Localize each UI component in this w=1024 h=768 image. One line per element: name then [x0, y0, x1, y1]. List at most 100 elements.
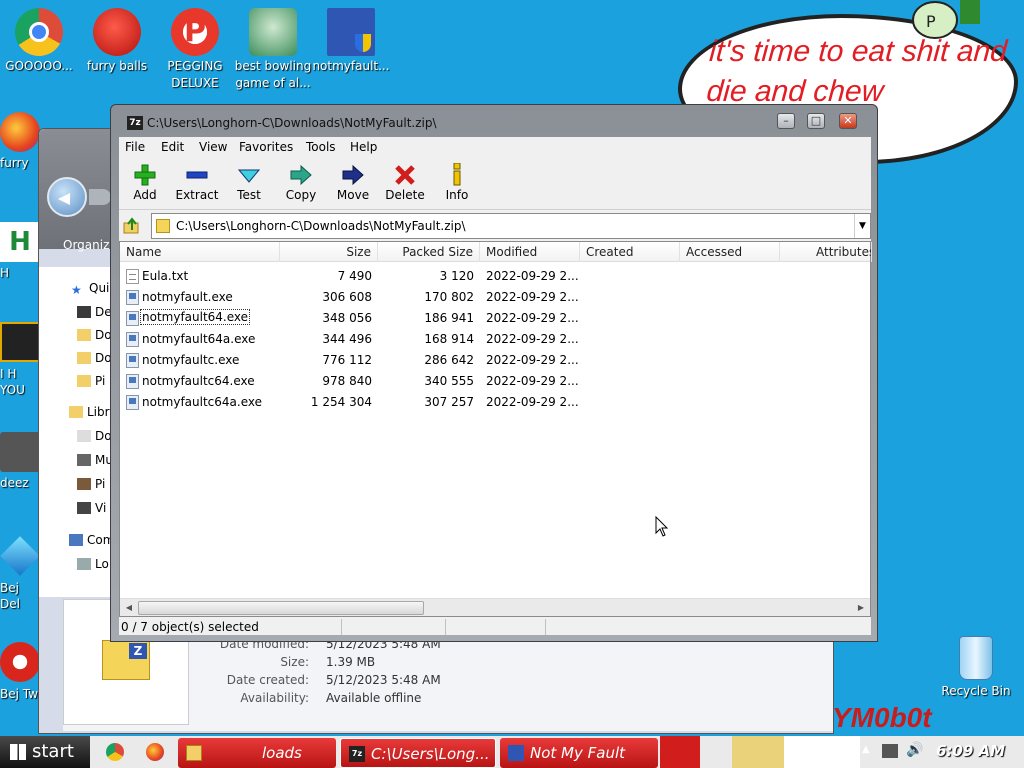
menu-favorites[interactable]: Favorites: [239, 140, 293, 154]
windows-logo-icon: [10, 744, 26, 760]
file-icon: [0, 432, 40, 472]
dark-app-icon: [0, 322, 40, 362]
desktop-icon-notmyfault[interactable]: notmyfault...: [312, 8, 390, 75]
file-modified: 2022-09-29 2...: [486, 269, 579, 283]
extract-button[interactable]: Extract: [171, 162, 223, 202]
desktop-icon-h[interactable]: H H: [0, 222, 40, 280]
close-button[interactable]: ✕: [839, 113, 857, 129]
column-created[interactable]: Created: [580, 242, 680, 262]
exe-file-icon: [126, 353, 139, 368]
wallpaper-text: YM0b0t: [832, 702, 932, 733]
table-row[interactable]: notmyfaultc.exe 776 112 286 642 2022-09-…: [120, 350, 870, 371]
file-packed-size: 186 941: [424, 311, 474, 325]
horizontal-scrollbar[interactable]: ◀ ▶: [120, 598, 870, 616]
file-name: notmyfaultc.exe: [142, 353, 240, 367]
desktop-icon-ihy[interactable]: I H YOU: [0, 322, 40, 398]
column-name[interactable]: Name: [120, 242, 280, 262]
file-size: 348 056: [322, 311, 372, 325]
file-packed-size: 3 120: [439, 269, 474, 283]
delete-button[interactable]: Delete: [379, 162, 431, 202]
scrollbar-thumb[interactable]: [138, 601, 424, 615]
table-row[interactable]: notmyfault.exe 306 608 170 802 2022-09-2…: [120, 287, 870, 308]
title-bar[interactable]: 7z C:\Users\Longhorn-C\Downloads\NotMyFa…: [111, 105, 877, 137]
column-accessed[interactable]: Accessed: [680, 242, 780, 262]
forward-button[interactable]: [89, 189, 111, 205]
column-attributes[interactable]: Attributes: [780, 242, 872, 262]
taskbar-item-downloads[interactable]: loads: [178, 738, 336, 768]
address-bar: C:\Users\Longhorn-C\Downloads\NotMyFault…: [119, 213, 871, 239]
x-icon: [395, 165, 415, 185]
chevron-down-icon[interactable]: ▼: [854, 214, 870, 238]
menu-help[interactable]: Help: [350, 140, 377, 154]
drive-icon: [77, 558, 91, 570]
file-name: notmyfault64a.exe: [142, 332, 256, 346]
back-arrow-icon[interactable]: [47, 177, 87, 217]
file-packed-size: 307 257: [424, 395, 474, 409]
table-row[interactable]: notmyfaultc64a.exe 1 254 304 307 257 202…: [120, 392, 870, 413]
add-button[interactable]: Add: [119, 162, 171, 202]
menu-edit[interactable]: Edit: [161, 140, 184, 154]
exe-file-icon: [126, 290, 139, 305]
firefox-quicklaunch-icon[interactable]: [146, 743, 164, 761]
show-hidden-icons-icon[interactable]: ▲: [862, 744, 870, 755]
explorer-nav-pane: ★ Qui De Do Do Pi Libr Do Mu Pi Vi Com Lo: [39, 267, 117, 597]
maximize-button[interactable]: □: [807, 113, 825, 129]
taskbar-item-notmyfault[interactable]: Not My Fault: [500, 738, 658, 768]
file-modified: 2022-09-29 2...: [486, 353, 579, 367]
desktop-icon-chrome[interactable]: GOOOOO...: [0, 8, 78, 75]
file-list[interactable]: Name Size Packed Size Modified Created A…: [119, 241, 872, 617]
menu-bar: File Edit View Favorites Tools Help: [119, 137, 871, 159]
up-folder-icon[interactable]: [123, 217, 141, 235]
folder-icon: [186, 745, 202, 761]
desktop-icon-pegging-deluxe[interactable]: P PEGGING DELUXE: [156, 8, 234, 92]
desktop-icon-bejeweled-twist[interactable]: Bej Tw: [0, 642, 40, 702]
file-size: 1 254 304: [310, 395, 372, 409]
column-packed-size[interactable]: Packed Size: [378, 242, 480, 262]
table-row[interactable]: notmyfault64.exe 348 056 186 941 2022-09…: [120, 308, 870, 329]
desktop-icon-firefox[interactable]: furry: [0, 112, 40, 170]
chrome-quicklaunch-icon[interactable]: [106, 743, 124, 761]
table-row[interactable]: notmyfaultc64.exe 978 840 340 555 2022-0…: [120, 371, 870, 392]
desktop-icon-furry-balls[interactable]: furry balls: [78, 8, 156, 75]
file-packed-size: 286 642: [424, 353, 474, 367]
minimize-button[interactable]: –: [777, 113, 795, 129]
start-button[interactable]: start: [0, 736, 90, 768]
folder-icon: [77, 375, 91, 387]
desktop-icon-bejeweled-deluxe[interactable]: Bej Del: [0, 536, 40, 612]
move-button[interactable]: Move: [327, 162, 379, 202]
7zip-window[interactable]: 7z C:\Users\Longhorn-C\Downloads\NotMyFa…: [110, 104, 878, 642]
file-name: notmyfault64.exe: [139, 309, 251, 325]
network-icon[interactable]: [882, 744, 898, 758]
test-button[interactable]: Test: [223, 162, 275, 202]
zip-file-icon: Z: [102, 640, 150, 680]
bowling-santa-icon: [249, 8, 297, 56]
table-row[interactable]: Eula.txt 7 490 3 120 2022-09-29 2...: [120, 266, 870, 287]
scroll-right-icon[interactable]: ▶: [853, 600, 869, 616]
scroll-left-icon[interactable]: ◀: [121, 600, 137, 616]
column-modified[interactable]: Modified: [480, 242, 580, 262]
status-separator: [545, 619, 546, 635]
menu-file[interactable]: File: [125, 140, 145, 154]
taskbar-item-7zip[interactable]: 7z C:\Users\Long...: [340, 738, 496, 768]
copy-button[interactable]: Copy: [275, 162, 327, 202]
zip-folder-icon: [156, 219, 170, 233]
table-row[interactable]: notmyfault64a.exe 344 496 168 914 2022-0…: [120, 329, 870, 350]
window-title: C:\Users\Longhorn-C\Downloads\NotMyFault…: [147, 116, 437, 130]
clock[interactable]: 6:09 AM: [936, 742, 1005, 760]
peggle-icon: P: [171, 8, 219, 56]
file-size: 776 112: [322, 353, 372, 367]
volume-icon[interactable]: 🔊: [906, 742, 923, 758]
check-icon: [238, 169, 260, 183]
info-button[interactable]: Info: [431, 162, 483, 202]
desktop-icon-recycle-bin[interactable]: Recycle Bin: [936, 636, 1016, 698]
organize-button[interactable]: Organize: [63, 238, 117, 252]
desktop-icon-deez[interactable]: deez: [0, 432, 40, 490]
file-size: 7 490: [337, 269, 372, 283]
menu-view[interactable]: View: [199, 140, 227, 154]
notmyfault-shield-icon: [327, 8, 375, 56]
column-size[interactable]: Size: [280, 242, 378, 262]
svg-text:P: P: [926, 12, 936, 31]
path-input[interactable]: C:\Users\Longhorn-C\Downloads\NotMyFault…: [151, 213, 871, 239]
desktop-icon-bowling[interactable]: best bowling game of al...: [234, 8, 312, 92]
menu-tools[interactable]: Tools: [306, 140, 336, 154]
